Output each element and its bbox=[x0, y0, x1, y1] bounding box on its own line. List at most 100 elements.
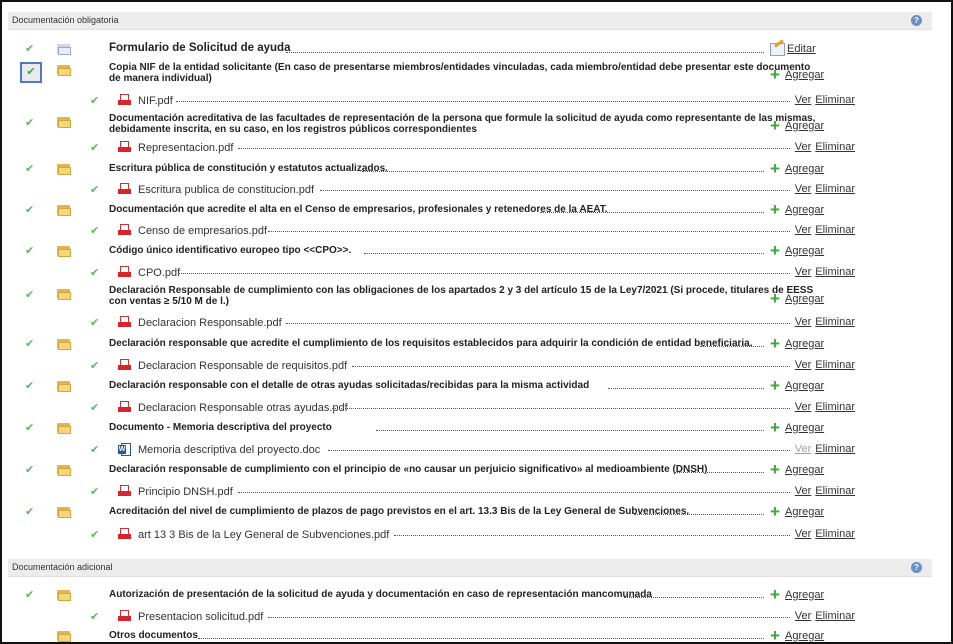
pdf-icon bbox=[118, 610, 131, 623]
delete-link[interactable]: Eliminar bbox=[815, 94, 855, 106]
dotted-leader bbox=[362, 171, 764, 172]
document-title: Declaración responsable que acredite el … bbox=[109, 338, 753, 349]
plus-icon: + bbox=[770, 289, 780, 308]
document-title: Formulario de Solicitud de ayuda bbox=[109, 42, 291, 54]
file-actions: Ver Eliminar bbox=[795, 224, 855, 236]
dotted-leader bbox=[198, 638, 764, 639]
dotted-leader bbox=[624, 597, 764, 598]
document-title: Escritura pública de constitución y esta… bbox=[109, 163, 388, 174]
folder-icon bbox=[57, 464, 71, 476]
view-link[interactable]: Ver bbox=[795, 141, 812, 153]
file-actions: Ver Eliminar bbox=[795, 485, 855, 497]
view-link[interactable]: Ver bbox=[795, 224, 812, 236]
check-icon: ✔ bbox=[90, 529, 100, 541]
delete-link[interactable]: Eliminar bbox=[815, 359, 855, 371]
file-name: CPO.pdf bbox=[138, 267, 181, 279]
dotted-leader bbox=[328, 450, 790, 451]
delete-link[interactable]: Eliminar bbox=[815, 610, 855, 622]
delete-link[interactable]: Eliminar bbox=[815, 485, 855, 497]
file-actions: Ver Eliminar bbox=[795, 94, 855, 106]
document-title: Documentación que acredite el alta en el… bbox=[109, 204, 608, 215]
check-icon: ✔ bbox=[90, 95, 100, 107]
check-icon: ✔ bbox=[25, 338, 35, 350]
check-icon: ✔ bbox=[25, 506, 35, 518]
dotted-leader bbox=[238, 492, 790, 493]
file-name: Principio DNSH.pdf bbox=[138, 486, 233, 498]
dotted-leader bbox=[376, 430, 764, 431]
delete-link[interactable]: Eliminar bbox=[815, 266, 855, 278]
file-actions: Ver Eliminar bbox=[795, 610, 855, 622]
document-title-line-2: con ventas ≥ 5/10 M de l.) bbox=[109, 296, 229, 307]
document-title: Declaración responsable con el detalle d… bbox=[109, 380, 590, 391]
check-icon: ✔ bbox=[25, 117, 35, 129]
dotted-leader bbox=[332, 408, 790, 409]
delete-link[interactable]: Eliminar bbox=[815, 224, 855, 236]
pdf-icon bbox=[118, 485, 131, 498]
delete-link[interactable]: Eliminar bbox=[815, 443, 855, 455]
help-icon[interactable]: ? bbox=[911, 562, 922, 573]
check-icon: ✔ bbox=[25, 43, 35, 55]
help-icon[interactable]: ? bbox=[911, 15, 922, 26]
section-header-adicional: Documentación adicional ? bbox=[8, 559, 932, 577]
folder-icon bbox=[57, 380, 71, 392]
view-link[interactable]: Ver bbox=[795, 183, 812, 195]
delete-link[interactable]: Eliminar bbox=[815, 528, 855, 540]
check-icon: ✔ bbox=[90, 184, 100, 196]
form-icon bbox=[57, 43, 71, 55]
dotted-leader bbox=[320, 190, 790, 191]
view-link[interactable]: Ver bbox=[795, 528, 812, 540]
dotted-leader bbox=[394, 535, 790, 536]
dotted-leader bbox=[540, 212, 764, 213]
check-icon: ✔ bbox=[25, 289, 35, 301]
view-link[interactable]: Ver bbox=[795, 266, 812, 278]
plus-icon: + bbox=[770, 241, 780, 260]
plus-icon: + bbox=[770, 626, 780, 644]
section-title: Documentación obligatoria bbox=[12, 15, 119, 25]
check-icon: ✔ bbox=[90, 360, 100, 372]
check-icon: ✔ bbox=[25, 380, 35, 392]
document-title: Código único identificativo europeo tipo… bbox=[109, 245, 352, 256]
document-title: Autorización de presentación de la solic… bbox=[109, 589, 652, 600]
view-link[interactable]: Ver bbox=[795, 316, 812, 328]
folder-icon bbox=[57, 204, 71, 216]
pdf-icon bbox=[118, 94, 131, 107]
view-link[interactable]: Ver bbox=[795, 610, 812, 622]
document-title: Declaración responsable de cumplimiento … bbox=[109, 464, 708, 475]
dotted-leader bbox=[352, 366, 790, 367]
file-name: NIF.pdf bbox=[138, 95, 173, 107]
section-header-obligatoria: Documentación obligatoria ? bbox=[8, 12, 932, 30]
dotted-leader bbox=[364, 253, 764, 254]
delete-link[interactable]: Eliminar bbox=[815, 316, 855, 328]
dotted-leader bbox=[286, 52, 764, 53]
delete-link[interactable]: Eliminar bbox=[815, 401, 855, 413]
file-name: Declaracion Responsable.pdf bbox=[138, 317, 282, 329]
pdf-icon bbox=[118, 401, 131, 414]
file-actions: Ver Eliminar bbox=[795, 359, 855, 371]
delete-link[interactable]: Eliminar bbox=[815, 141, 855, 153]
document-title-line-1: Copia NIF de la entidad solicitante (En … bbox=[109, 62, 811, 73]
view-link[interactable]: Ver bbox=[795, 94, 812, 106]
view-link[interactable]: Ver bbox=[795, 401, 812, 413]
file-name: Declaracion Responsable de requisitos.pd… bbox=[138, 360, 348, 372]
folder-icon bbox=[57, 288, 71, 300]
document-title: Acreditación del nivel de cumplimiento d… bbox=[109, 506, 690, 517]
check-icon: ✔ bbox=[90, 267, 100, 279]
check-icon: ✔ bbox=[25, 163, 35, 175]
view-link[interactable]: Ver bbox=[795, 485, 812, 497]
delete-link[interactable]: Eliminar bbox=[815, 183, 855, 195]
selected-check-icon[interactable]: ✔ bbox=[20, 62, 42, 83]
check-icon: ✔ bbox=[25, 422, 35, 434]
document-title: Otros documentos bbox=[109, 630, 198, 641]
pdf-icon bbox=[118, 224, 131, 237]
document-title-line-2: de manera individual) bbox=[109, 73, 212, 84]
view-link[interactable]: Ver bbox=[795, 359, 812, 371]
file-name: Escritura publica de constitucion.pdf bbox=[138, 184, 315, 196]
plus-icon: + bbox=[770, 418, 780, 437]
plus-icon: + bbox=[770, 502, 780, 521]
folder-icon bbox=[57, 506, 71, 518]
document-title-line-1: Documentación acreditativa de las facult… bbox=[109, 113, 816, 124]
plus-icon: + bbox=[770, 65, 780, 84]
document-title-line-1: Declaración Responsable de cumplimiento … bbox=[109, 285, 814, 296]
check-icon: ✔ bbox=[90, 444, 100, 456]
folder-icon bbox=[57, 422, 71, 434]
